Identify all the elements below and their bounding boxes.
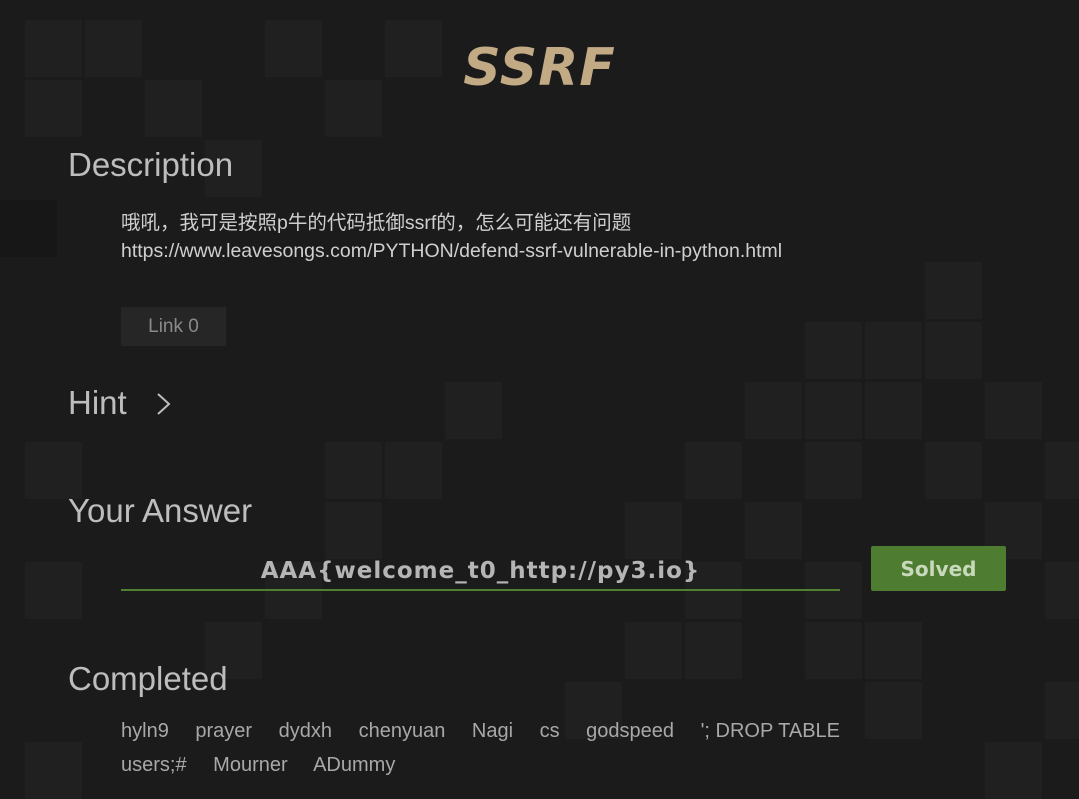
completed-user: ADummy <box>313 754 396 776</box>
description-text: 哦吼，我可是按照p牛的代码抵御ssrf的，怎么可能还有问题 <box>121 212 632 234</box>
chevron-right-icon[interactable] <box>155 390 173 418</box>
answer-input[interactable] <box>121 552 840 591</box>
completed-heading: Completed <box>68 660 228 697</box>
description-heading: Description <box>68 146 234 183</box>
solved-button[interactable]: Solved <box>871 546 1006 591</box>
completed-user: godspeed <box>586 720 675 742</box>
description-url: https://www.leavesongs.com/PYTHON/defend… <box>121 240 783 262</box>
link-0-button[interactable]: Link 0 <box>121 307 226 346</box>
completed-user: Mourner <box>213 754 288 776</box>
completed-users-list: hyln9 prayer dydxh chenyuan Nagi cs gods… <box>121 714 911 782</box>
completed-user: cs <box>539 720 560 742</box>
hint-heading[interactable]: Hint <box>68 384 127 422</box>
your-answer-heading: Your Answer <box>68 492 253 529</box>
completed-user: dydxh <box>278 720 333 742</box>
challenge-title: SSRF <box>463 38 616 98</box>
completed-user: chenyuan <box>358 720 446 742</box>
completed-user: Nagi <box>471 720 514 742</box>
completed-user: prayer <box>195 720 253 742</box>
completed-user: hyln9 <box>121 720 169 742</box>
